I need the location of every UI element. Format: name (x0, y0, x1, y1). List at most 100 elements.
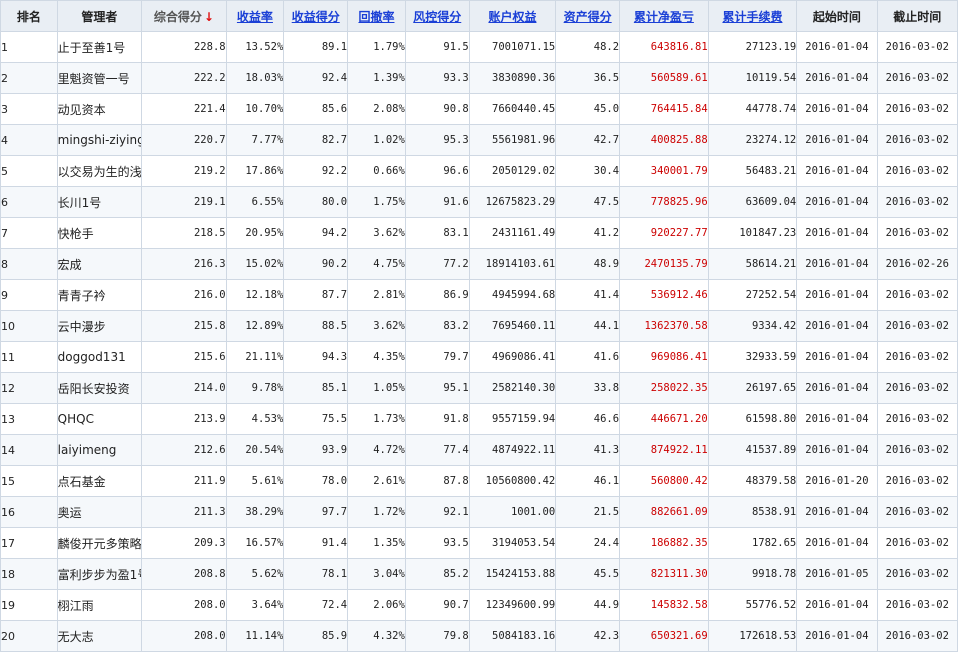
cell-end-time: 2016-03-02 (876, 620, 958, 652)
cell-asset-score: 41.2 (555, 217, 621, 249)
cell-start-time: 2016-01-04 (796, 527, 878, 559)
cell-drawdown: 1.39% (347, 62, 406, 94)
cell-net-pnl: 643816.81 (619, 31, 709, 63)
cell-return-rate: 13.52% (225, 31, 285, 63)
cell-drawdown: 4.32% (347, 620, 406, 652)
cell-return-score: 92.4 (283, 62, 349, 94)
cell-return-rate: 20.95% (225, 217, 285, 249)
cell-asset-score: 41.4 (555, 279, 621, 311)
cell-return-score: 85.1 (283, 372, 349, 404)
cell-return-score: 85.6 (283, 93, 349, 125)
table-row: 12 岳阳长安投资 214.0 9.78% 85.1 1.05% 95.1 2582140.3… (0, 372, 958, 404)
header-fees[interactable]: 累计手续费 (707, 0, 798, 32)
cell-drawdown: 1.02% (347, 124, 406, 156)
cell-score: 208.8 (141, 558, 227, 590)
cell-equity: 10560800.42 (468, 465, 557, 497)
cell-score: 219.2 (141, 155, 227, 187)
cell-start-time: 2016-01-04 (796, 186, 878, 218)
header-risk-score[interactable]: 风控得分 (404, 0, 470, 32)
cell-score: 222.2 (141, 62, 227, 94)
cell-score: 209.3 (141, 527, 227, 559)
cell-return-rate: 17.86% (225, 155, 285, 187)
cell-net-pnl: 145832.58 (619, 589, 709, 621)
cell-equity: 1001.00 (468, 496, 557, 528)
cell-manager: 止于至善1号 (56, 31, 143, 63)
table-row: 6 长川1号 219.1 6.55% 80.0 1.75% 91.6 12675823.29 4… (0, 186, 958, 218)
cell-end-time: 2016-03-02 (876, 310, 958, 342)
table-row: 2 里魁资管一号 222.2 18.03% 92.4 1.39% 93.3 3830890.3… (0, 62, 958, 94)
cell-score: 211.3 (141, 496, 227, 528)
cell-fees: 32933.59 (707, 341, 798, 373)
cell-return-score: 78.1 (283, 558, 349, 590)
cell-rank: 13 (0, 403, 58, 435)
cell-risk-score: 90.7 (404, 589, 470, 621)
cell-manager: 里魁资管一号 (56, 62, 143, 94)
cell-return-score: 80.0 (283, 186, 349, 218)
header-return-rate[interactable]: 收益率 (225, 0, 285, 32)
cell-equity: 9557159.94 (468, 403, 557, 435)
cell-score: 214.0 (141, 372, 227, 404)
cell-fees: 63609.04 (707, 186, 798, 218)
cell-score: 215.6 (141, 341, 227, 373)
sort-desc-icon: ↓ (203, 9, 214, 24)
cell-rank: 8 (0, 248, 58, 280)
cell-drawdown: 1.35% (347, 527, 406, 559)
cell-manager: 栩江雨 (56, 589, 143, 621)
cell-drawdown: 1.05% (347, 372, 406, 404)
cell-return-rate: 21.11% (225, 341, 285, 373)
cell-equity: 18914103.61 (468, 248, 557, 280)
cell-equity: 5084183.16 (468, 620, 557, 652)
header-return-score[interactable]: 收益得分 (283, 0, 349, 32)
cell-manager: mingshi-ziying (56, 124, 143, 156)
cell-start-time: 2016-01-05 (796, 558, 878, 590)
cell-risk-score: 83.2 (404, 310, 470, 342)
cell-risk-score: 91.5 (404, 31, 470, 63)
cell-net-pnl: 1362370.58 (619, 310, 709, 342)
cell-net-pnl: 920227.77 (619, 217, 709, 249)
cell-return-rate: 7.77% (225, 124, 285, 156)
table-row: 13 QHQC 213.9 4.53% 75.5 1.73% 91.8 9557159.94 4… (0, 403, 958, 435)
cell-asset-score: 45.0 (555, 93, 621, 125)
cell-end-time: 2016-03-02 (876, 434, 958, 466)
cell-risk-score: 92.1 (404, 496, 470, 528)
cell-fees: 27252.54 (707, 279, 798, 311)
cell-end-time: 2016-03-02 (876, 372, 958, 404)
cell-start-time: 2016-01-04 (796, 496, 878, 528)
ranking-body: 1 止于至善1号 228.8 13.52% 89.1 1.79% 91.5 7001071.1… (0, 31, 958, 652)
cell-fees: 9918.78 (707, 558, 798, 590)
cell-drawdown: 1.79% (347, 31, 406, 63)
header-net-pnl[interactable]: 累计净盈亏 (619, 0, 709, 32)
cell-start-time: 2016-01-04 (796, 403, 878, 435)
cell-start-time: 2016-01-04 (796, 620, 878, 652)
cell-start-time: 2016-01-04 (796, 341, 878, 373)
header-score[interactable]: 综合得分 ↓ (141, 0, 227, 32)
cell-end-time: 2016-03-02 (876, 589, 958, 621)
cell-return-score: 82.7 (283, 124, 349, 156)
header-asset-score[interactable]: 资产得分 (555, 0, 621, 32)
cell-return-rate: 18.03% (225, 62, 285, 94)
table-row: 16 奥运 211.3 38.29% 97.7 1.72% 92.1 1001.00 21.5 8… (0, 496, 958, 528)
cell-manager: QHQC (56, 403, 143, 435)
cell-return-rate: 15.02% (225, 248, 285, 280)
cell-risk-score: 86.9 (404, 279, 470, 311)
cell-drawdown: 1.75% (347, 186, 406, 218)
cell-fees: 61598.80 (707, 403, 798, 435)
cell-end-time: 2016-03-02 (876, 31, 958, 63)
cell-return-score: 93.9 (283, 434, 349, 466)
cell-risk-score: 79.7 (404, 341, 470, 373)
cell-start-time: 2016-01-20 (796, 465, 878, 497)
cell-asset-score: 48.9 (555, 248, 621, 280)
header-drawdown[interactable]: 回撤率 (347, 0, 406, 32)
cell-return-rate: 4.53% (225, 403, 285, 435)
cell-fees: 56483.21 (707, 155, 798, 187)
cell-net-pnl: 778825.96 (619, 186, 709, 218)
header-score-label[interactable]: 综合得分 (154, 10, 202, 24)
cell-drawdown: 3.62% (347, 310, 406, 342)
cell-equity: 12675823.29 (468, 186, 557, 218)
cell-asset-score: 46.6 (555, 403, 621, 435)
cell-return-score: 90.2 (283, 248, 349, 280)
cell-risk-score: 95.3 (404, 124, 470, 156)
cell-rank: 12 (0, 372, 58, 404)
header-equity[interactable]: 账户权益 (468, 0, 557, 32)
cell-start-time: 2016-01-04 (796, 372, 878, 404)
